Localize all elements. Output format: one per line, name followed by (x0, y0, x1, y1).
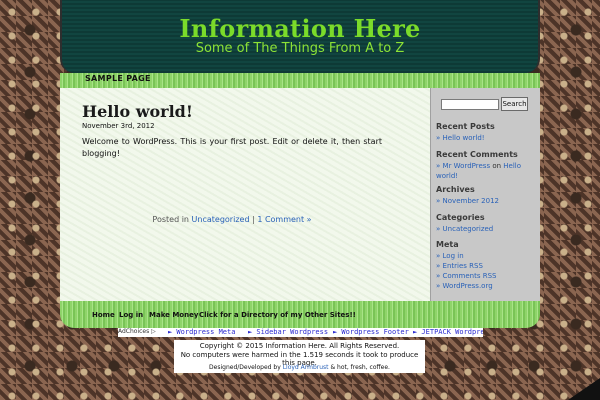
post-body: Welcome to WordPress. This is your first… (82, 136, 382, 224)
footer-nav-make-money[interactable]: Make Money (149, 311, 198, 319)
meta-title: Meta (436, 240, 459, 249)
meta-list: » Log in » Entries RSS » Comments RSS » … (436, 251, 536, 291)
list-item[interactable]: » WordPress.org (436, 281, 536, 291)
post-meta-prefix: Posted in (152, 215, 189, 224)
site-title[interactable]: Information Here (62, 14, 538, 43)
post-date: November 3rd, 2012 (82, 122, 155, 130)
search-button[interactable]: Search (501, 97, 528, 111)
ad-link-wordpress-footer[interactable]: ► Wordpress Footer (333, 328, 409, 336)
recent-posts-title: Recent Posts (436, 122, 495, 131)
post-body-text: Welcome to WordPress. This is your first… (82, 137, 382, 158)
post-meta: Posted in Uncategorized | 1 Comment » (82, 214, 382, 226)
nav-item-sample-page[interactable]: SAMPLE PAGE (85, 74, 151, 83)
list-item[interactable]: » Mr WordPress on Hello world! (436, 161, 536, 181)
main-navigation: SAMPLE PAGE (60, 73, 540, 88)
ad-link-jetpack-wordpress[interactable]: ► JETPACK Wordpress (413, 328, 483, 336)
archives-list: » November 2012 (436, 196, 536, 206)
site-header: Information Here Some of The Things From… (60, 0, 540, 73)
search-input[interactable] (441, 99, 499, 110)
categories-list: » Uncategorized (436, 224, 536, 234)
footer-nav-home[interactable]: Home (92, 311, 115, 319)
post-meta-separator: | (252, 215, 255, 224)
list-item[interactable]: » Hello world! (436, 133, 536, 143)
site-description: Some of The Things From A to Z (195, 41, 405, 56)
footer-nav-directory[interactable]: Click for a Directory of my Other Sites!… (199, 311, 356, 319)
post-comments-link[interactable]: 1 Comment » (257, 215, 311, 224)
list-item[interactable]: » Comments RSS (436, 271, 536, 281)
post-category-link[interactable]: Uncategorized (192, 215, 250, 224)
list-item[interactable]: » Uncategorized (436, 224, 536, 234)
sidebar: Search Recent Posts » Hello world! Recen… (430, 88, 540, 301)
corner-arrow-icon (568, 378, 600, 400)
post-title[interactable]: Hello world! (82, 102, 193, 121)
designer-credit: Designed/Developed by Lloyd Armbrust & h… (209, 364, 390, 371)
list-item[interactable]: » Log in (436, 251, 536, 261)
site-footer: Copyright © 2015 Information Here. All R… (174, 340, 425, 373)
ad-bar: AdChoices ▷ ► Wordpress Meta ► Sidebar W… (118, 328, 483, 337)
copyright-text: Copyright © 2015 Information Here. All R… (199, 342, 400, 350)
footer-nav-login[interactable]: Log in (119, 311, 143, 319)
footer-navigation: Home Log in Make Money Click for a Direc… (60, 301, 540, 328)
ad-link-wordpress-meta[interactable]: ► Wordpress Meta (168, 328, 235, 336)
archives-title: Archives (436, 185, 475, 194)
designer-link[interactable]: Lloyd Armbrust (283, 364, 329, 371)
page-wrapper: Information Here Some of The Things From… (60, 0, 540, 328)
list-item[interactable]: » November 2012 (436, 196, 536, 206)
ad-link-sidebar-wordpress[interactable]: ► Sidebar Wordpress (248, 328, 328, 336)
list-item[interactable]: » Entries RSS (436, 261, 536, 271)
recent-comments-title: Recent Comments (436, 150, 518, 159)
recent-posts-list: » Hello world! (436, 133, 536, 143)
comment-author-link[interactable]: Mr WordPress (443, 162, 491, 170)
adchoices-label[interactable]: AdChoices ▷ (118, 328, 156, 335)
recent-comments-list: » Mr WordPress on Hello world! (436, 161, 536, 181)
categories-title: Categories (436, 213, 485, 222)
main-content: Hello world! November 3rd, 2012 Welcome … (60, 88, 430, 301)
